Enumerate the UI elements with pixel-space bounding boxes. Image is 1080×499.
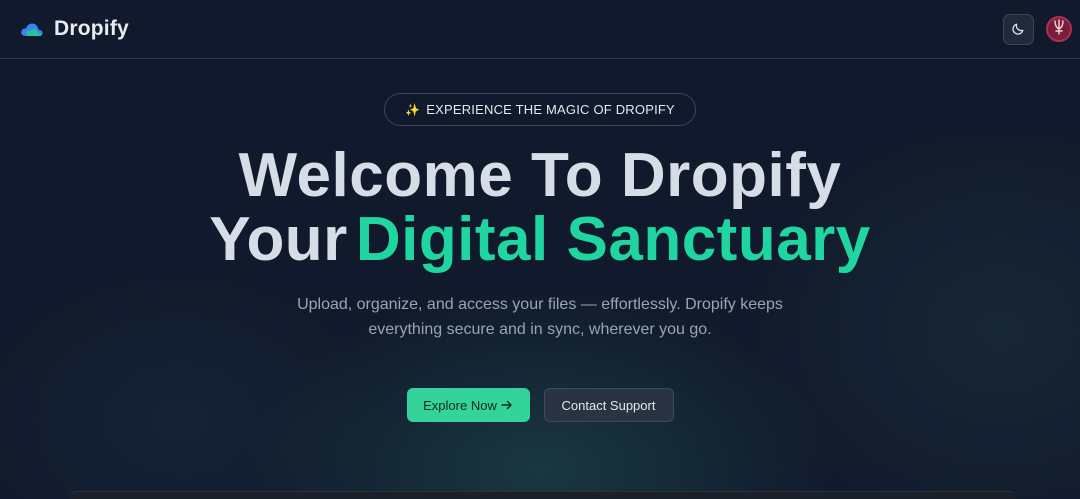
top-navbar: Dropify — [0, 0, 1080, 59]
contact-support-button[interactable]: Contact Support — [543, 388, 674, 422]
title-line-2: Your Digital Sanctuary — [209, 208, 871, 272]
title-accent-text: Digital Sanctuary — [355, 205, 871, 274]
moon-icon — [1011, 21, 1026, 38]
hero-section: ✨ EXPERIENCE THE MAGIC OF DROPIFY Welcom… — [0, 59, 1080, 422]
badge-text: EXPERIENCE THE MAGIC OF DROPIFY — [426, 102, 675, 117]
brand-link[interactable]: Dropify — [20, 17, 129, 41]
cloud-icon — [20, 21, 44, 37]
title-line-1: Welcome To Dropify — [238, 141, 842, 210]
sparkles-icon: ✨ — [405, 102, 421, 117]
user-avatar[interactable] — [1046, 16, 1072, 42]
arrow-right-icon — [501, 398, 513, 413]
title-plain-text: Your — [209, 205, 348, 274]
hero-subtitle: Upload, organize, and access your files … — [297, 296, 783, 338]
brand-name: Dropify — [54, 17, 129, 40]
explore-now-label: Explore Now — [423, 397, 497, 413]
hero-title: Welcome To Dropify Your Digital Sanctuar… — [209, 144, 871, 272]
explore-now-button[interactable]: Explore Now — [406, 388, 530, 422]
cta-group: Explore Now Contact Support — [406, 388, 674, 422]
theme-toggle-button[interactable] — [1003, 13, 1034, 45]
avatar-emblem-icon — [1052, 18, 1066, 40]
hero-badge: ✨ EXPERIENCE THE MAGIC OF DROPIFY — [384, 93, 696, 126]
preview-panel-edge — [70, 491, 1016, 499]
contact-support-label: Contact Support — [561, 397, 656, 413]
